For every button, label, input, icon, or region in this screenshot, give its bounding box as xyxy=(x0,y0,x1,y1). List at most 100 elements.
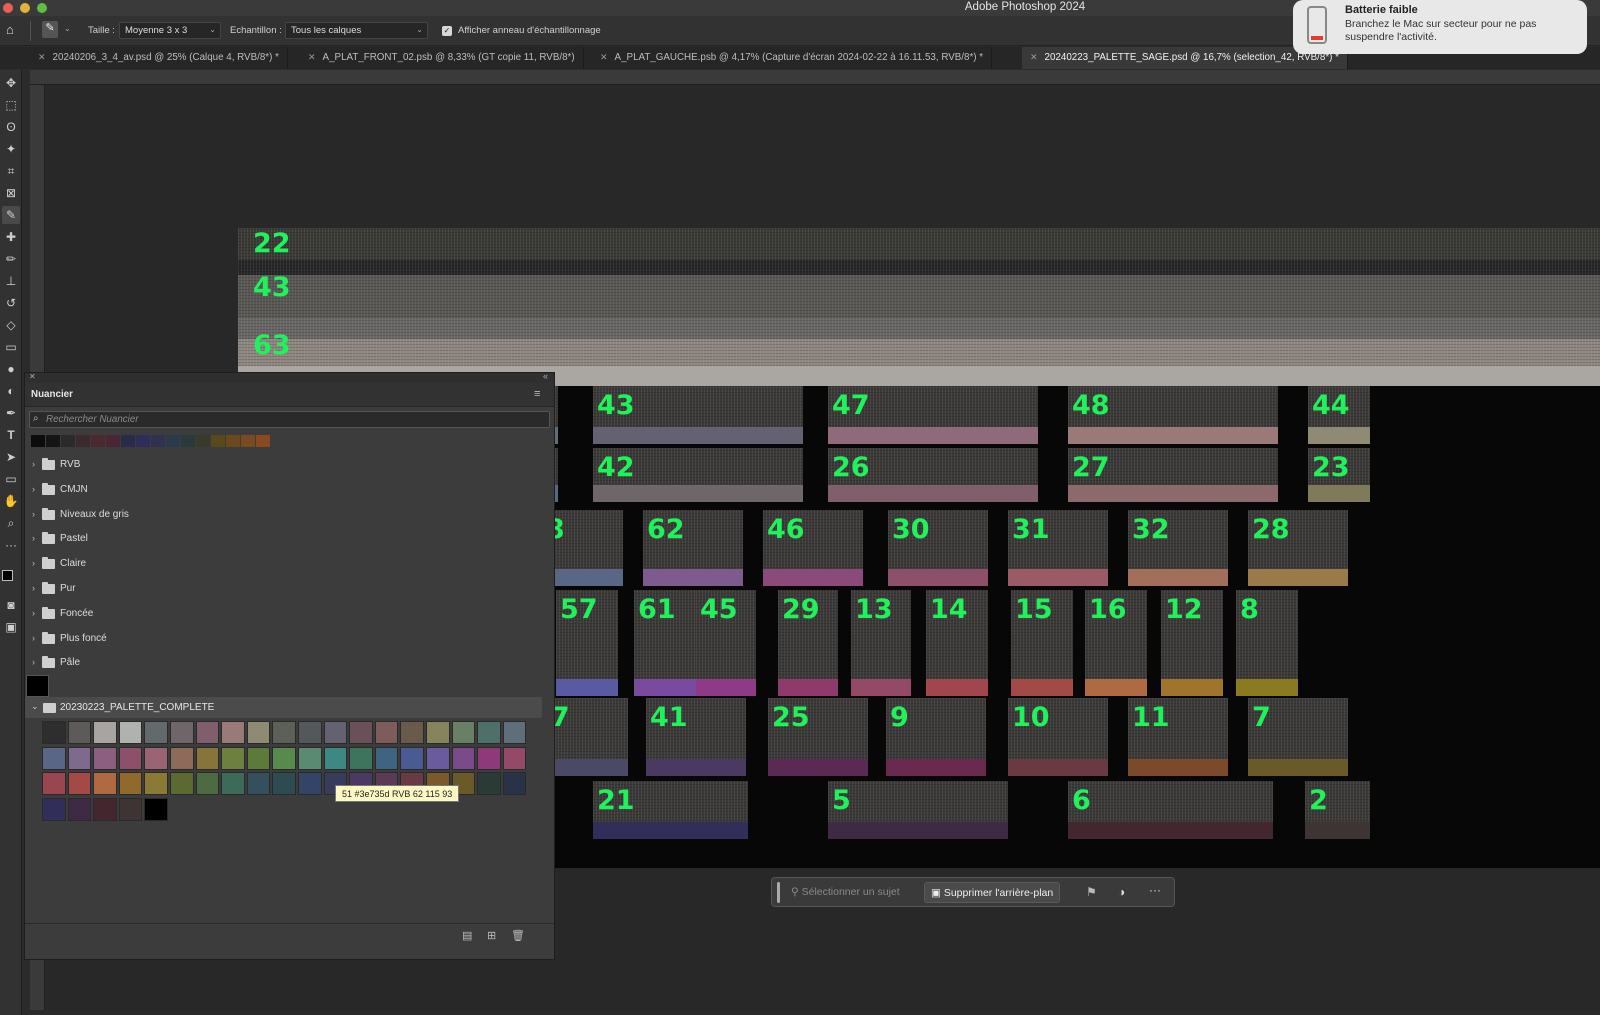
selected-swatch-preview[interactable] xyxy=(26,675,49,697)
palette-swatch[interactable] xyxy=(144,772,168,795)
recent-color-swatch[interactable] xyxy=(91,435,105,447)
palette-swatch[interactable] xyxy=(42,772,66,795)
eyedropper-tool-icon[interactable]: ✎ xyxy=(2,206,20,224)
crop-tool-icon[interactable]: ⌗ xyxy=(2,162,20,180)
swatch-folder-6[interactable]: › Foncée xyxy=(25,602,542,627)
recent-color-swatch[interactable] xyxy=(31,435,45,447)
chevron-right-icon[interactable]: › xyxy=(32,533,35,543)
swatch-folder-7[interactable]: › Plus foncé xyxy=(25,627,542,652)
chevron-right-icon[interactable]: › xyxy=(32,657,35,667)
healing-brush-icon[interactable]: ✚ xyxy=(2,228,20,246)
palette-swatch[interactable] xyxy=(93,797,117,821)
swatch-folder-3[interactable]: › Pastel xyxy=(25,527,542,552)
remove-background-button[interactable]: ▣ Supprimer l'arrière-plan xyxy=(924,882,1061,903)
palette-swatch[interactable] xyxy=(93,746,117,770)
recent-color-swatch[interactable] xyxy=(196,435,210,447)
palette-swatch[interactable] xyxy=(195,746,220,770)
palette-swatch[interactable] xyxy=(298,721,322,744)
recent-color-swatch[interactable] xyxy=(46,435,60,447)
marquee-tool-icon[interactable]: ⬚ xyxy=(2,96,20,114)
palette-swatch[interactable] xyxy=(93,721,117,744)
close-panel-icon[interactable]: ✕ xyxy=(29,372,36,381)
new-swatch-icon[interactable]: ⊞ xyxy=(487,929,496,942)
screen-mode-icon[interactable]: ▣ xyxy=(2,618,20,636)
palette-swatch[interactable] xyxy=(42,746,66,770)
palette-swatch[interactable] xyxy=(323,721,348,744)
palette-swatch[interactable] xyxy=(170,721,194,744)
close-tab-icon[interactable]: ✕ xyxy=(600,52,608,62)
move-tool-icon[interactable]: ✥ xyxy=(2,74,20,92)
sample-select[interactable]: Tous les calques ⌄ xyxy=(285,22,428,39)
path-selection-icon[interactable]: ➤ xyxy=(2,448,20,466)
chevron-right-icon[interactable]: › xyxy=(32,633,35,643)
recent-color-swatch[interactable] xyxy=(226,435,240,447)
palette-swatch[interactable] xyxy=(502,721,527,744)
recent-color-swatch[interactable] xyxy=(151,435,165,447)
chevron-right-icon[interactable]: › xyxy=(32,509,35,519)
palette-swatch[interactable] xyxy=(477,772,501,795)
swatch-folder-4[interactable]: › Claire xyxy=(25,552,542,577)
palette-swatch[interactable] xyxy=(118,746,143,770)
more-tools-icon[interactable]: ··· xyxy=(2,536,20,554)
brush-tool-icon[interactable]: ✏ xyxy=(2,250,20,268)
search-input[interactable] xyxy=(46,414,536,425)
recent-color-swatch[interactable] xyxy=(106,435,120,447)
palette-swatch[interactable] xyxy=(502,746,527,770)
palette-swatch[interactable] xyxy=(502,772,527,795)
recent-color-swatch[interactable] xyxy=(76,435,90,447)
trash-icon[interactable]: 🗑 xyxy=(511,929,525,942)
palette-swatch[interactable] xyxy=(221,772,245,795)
palette-swatch[interactable] xyxy=(272,772,296,795)
palette-swatch[interactable] xyxy=(298,772,322,795)
foreground-color-swatch[interactable] xyxy=(2,570,13,581)
palette-swatch[interactable] xyxy=(67,721,92,744)
chevron-right-icon[interactable]: › xyxy=(32,558,35,568)
close-tab-icon[interactable]: ✕ xyxy=(308,52,316,62)
drag-handle[interactable] xyxy=(777,882,780,903)
chevron-down-icon[interactable]: ⌄ xyxy=(64,24,71,33)
tab-document-1[interactable]: ✕ 20240206_3_4_av.psd @ 25% (Calque 4, RV… xyxy=(30,47,288,69)
close-tab-icon[interactable]: ✕ xyxy=(38,52,46,62)
palette-swatch[interactable] xyxy=(42,721,66,744)
recent-color-swatch[interactable] xyxy=(61,435,75,447)
palette-swatch[interactable] xyxy=(451,721,476,744)
palette-swatch[interactable] xyxy=(221,746,245,770)
type-tool-icon[interactable]: T xyxy=(2,426,20,444)
select-subject-button[interactable]: ⚲ Sélectionner un sujet xyxy=(785,882,906,903)
palette-swatch[interactable] xyxy=(221,721,245,744)
lasso-tool-icon[interactable]: ʘ xyxy=(2,118,20,136)
gradient-tool-icon[interactable]: ▭ xyxy=(2,338,20,356)
dodge-tool-icon[interactable]: ◐ xyxy=(2,382,20,400)
swatch-search[interactable]: ⌕ xyxy=(29,411,550,428)
recent-color-swatch[interactable] xyxy=(166,435,180,447)
tab-document-2[interactable]: ✕ A_PLAT_FRONT_02.psb @ 8,33% (GT copie 1… xyxy=(300,47,584,69)
chevron-right-icon[interactable]: › xyxy=(32,608,35,618)
palette-swatch[interactable] xyxy=(426,746,450,770)
quick-mask-icon[interactable]: ◙ xyxy=(2,596,20,614)
palette-swatch[interactable] xyxy=(426,721,450,744)
palette-swatch[interactable] xyxy=(349,746,373,770)
clone-stamp-icon[interactable]: ⊥ xyxy=(2,272,20,290)
palette-swatch[interactable] xyxy=(349,721,373,744)
chevron-right-icon[interactable]: › xyxy=(32,484,35,494)
recent-color-swatch[interactable] xyxy=(136,435,150,447)
chevron-down-icon[interactable]: ⌄ xyxy=(31,701,39,712)
palette-swatch[interactable] xyxy=(374,746,399,770)
palette-swatch[interactable] xyxy=(400,721,424,744)
palette-swatch[interactable] xyxy=(118,797,143,821)
sampling-ring-checkbox[interactable]: ✓ xyxy=(442,26,452,36)
palette-swatch[interactable] xyxy=(67,772,92,795)
chevron-right-icon[interactable]: › xyxy=(32,583,35,593)
home-icon[interactable]: ⌂ xyxy=(6,22,21,37)
chevron-right-icon[interactable]: › xyxy=(32,459,35,469)
palette-swatch[interactable] xyxy=(144,721,168,744)
eyedropper-tool-preset-icon[interactable]: ✎ xyxy=(42,21,58,38)
palette-swatch[interactable] xyxy=(246,772,271,795)
frame-tool-icon[interactable]: ⊠ xyxy=(2,184,20,202)
palette-swatch[interactable] xyxy=(170,746,194,770)
collapse-panel-icon[interactable]: « xyxy=(543,371,548,381)
swatch-folder-2[interactable]: › Niveaux de gris xyxy=(25,503,542,528)
tab-swatches[interactable]: Nuancier xyxy=(31,389,73,400)
palette-swatch[interactable] xyxy=(400,746,424,770)
palette-swatch[interactable] xyxy=(246,746,271,770)
